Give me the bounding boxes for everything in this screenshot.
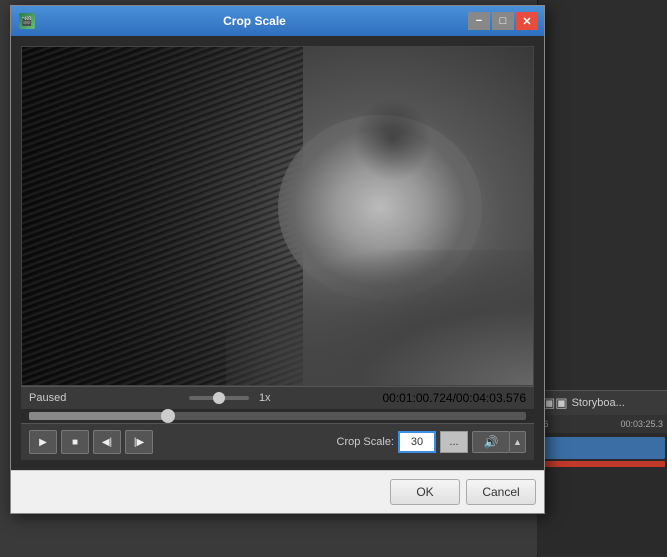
volume-control: 🔊 ▲	[472, 431, 526, 453]
volume-icon: 🔊	[484, 435, 499, 449]
titlebar-buttons: − □ ✕	[468, 12, 538, 30]
prev-frame-button[interactable]: ◀|	[93, 430, 121, 454]
minimize-button[interactable]: −	[468, 12, 490, 30]
seek-thumb[interactable]	[161, 409, 175, 423]
timeline-area: .6 00:03:25.3	[537, 415, 667, 555]
crop-scale-dialog: 🎬 Crop Scale − □ ✕ Paused	[10, 5, 545, 514]
chevron-up-icon: ▲	[513, 437, 522, 447]
storyboard-label: ▣▣ Storyboa...	[537, 391, 667, 415]
dialog-title: Crop Scale	[41, 14, 468, 28]
dialog-body: Paused 1x 00:01:00.724 / 00:04:03.576	[11, 36, 544, 470]
speed-thumb[interactable]	[213, 392, 225, 404]
seek-bar-container[interactable]	[21, 409, 534, 423]
transport-controls: ▶ ■ ◀| |▶	[29, 430, 153, 454]
volume-dropdown-arrow[interactable]: ▲	[510, 431, 526, 453]
volume-button[interactable]: 🔊	[472, 431, 510, 453]
storyboard-icon: ▣▣	[543, 395, 568, 411]
stop-icon: ■	[72, 437, 78, 448]
playback-status: Paused	[29, 392, 79, 404]
nose-shadow	[354, 98, 431, 183]
crop-scale-dots-button[interactable]: ...	[440, 431, 468, 453]
time-display: 00:01:00.724 / 00:04:03.576	[383, 391, 527, 405]
ok-button[interactable]: OK	[390, 479, 460, 505]
film-icon: 🎬	[19, 13, 35, 29]
video-canvas	[22, 47, 533, 385]
stop-button[interactable]: ■	[61, 430, 89, 454]
video-preview	[21, 46, 534, 386]
next-icon: |▶	[134, 437, 144, 448]
maximize-button[interactable]: □	[492, 12, 514, 30]
prev-icon: ◀|	[102, 437, 112, 448]
status-bar: Paused 1x 00:01:00.724 / 00:04:03.576	[21, 386, 534, 409]
timeline-track-main[interactable]	[539, 437, 665, 459]
timeline-ruler: .6 00:03:25.3	[537, 415, 667, 433]
storyboard-text: Storyboa...	[572, 397, 625, 409]
speed-slider[interactable]	[189, 396, 249, 400]
face-shadow	[226, 250, 533, 385]
timeline-track-sub	[539, 461, 665, 467]
dialog-titlebar[interactable]: 🎬 Crop Scale − □ ✕	[11, 6, 544, 36]
play-button[interactable]: ▶	[29, 430, 57, 454]
seek-bar[interactable]	[29, 412, 526, 420]
speed-control: 1x	[185, 392, 277, 404]
sidebar-right: ▣▣ Storyboa... .6 00:03:25.3	[537, 0, 667, 557]
current-time: 00:01:00.724	[383, 391, 453, 405]
storyboard-panel: ▣▣ Storyboa...	[537, 390, 667, 415]
play-icon: ▶	[39, 437, 47, 448]
total-time: 00:04:03.576	[456, 391, 526, 405]
speed-label: 1x	[259, 392, 271, 404]
bottom-controls: ▶ ■ ◀| |▶ Crop Scale: ... 🔊	[21, 423, 534, 460]
dialog-footer: OK Cancel	[11, 470, 544, 513]
crop-scale-input[interactable]	[398, 431, 436, 453]
crop-scale-label: Crop Scale:	[337, 436, 394, 448]
seek-progress	[29, 412, 168, 420]
cancel-button[interactable]: Cancel	[466, 479, 536, 505]
next-frame-button[interactable]: |▶	[125, 430, 153, 454]
close-button[interactable]: ✕	[516, 12, 538, 30]
crop-scale-controls: Crop Scale: ... 🔊 ▲	[337, 431, 526, 453]
ruler-right: 00:03:25.3	[620, 419, 663, 429]
